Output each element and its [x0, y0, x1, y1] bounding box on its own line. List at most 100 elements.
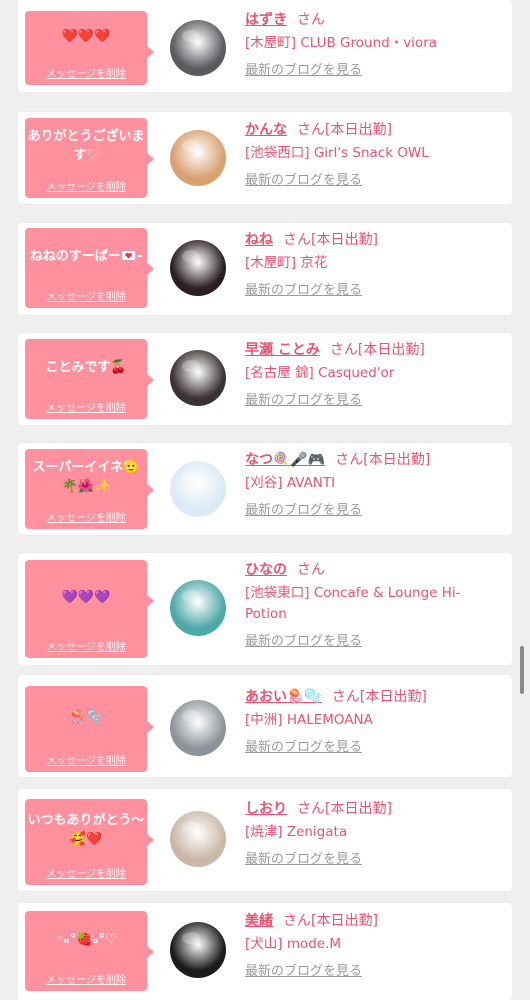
- message-text: 🪼🫧: [69, 709, 103, 725]
- delete-message-link[interactable]: メッセージを削除: [25, 288, 147, 303]
- delete-message-link[interactable]: メッセージを削除: [25, 65, 147, 80]
- name-line: なつ🍭🎤🎮 さん[本日出勤]: [245, 450, 502, 470]
- avatar[interactable]: [170, 700, 226, 756]
- avatar[interactable]: [170, 811, 226, 867]
- cast-name-link[interactable]: 早瀬 ことみ: [245, 342, 320, 358]
- work-status: [本日出勤]: [359, 689, 427, 705]
- honorific-label: さん: [283, 913, 311, 929]
- profile-info: 早瀬 ことみ さん[本日出勤] [名古屋 錦] Casqued'or 最新のブログを見…: [245, 340, 502, 410]
- cast-name-link[interactable]: あおい🪼🫧: [245, 689, 322, 705]
- delete-message-link[interactable]: メッセージを削除: [25, 638, 147, 653]
- profile-info: あおい🪼🫧 さん[本日出勤] [中洲] HALEMOANA 最新のブログを見る: [245, 687, 502, 757]
- message-bubble: ねねのすーぱー💌- メッセージを削除: [25, 228, 154, 308]
- name-line: しおり さん[本日出勤]: [245, 799, 502, 819]
- shop-name: [焼津] Zenigata: [245, 824, 348, 840]
- delete-message-link[interactable]: メッセージを削除: [25, 399, 147, 414]
- cast-name-link[interactable]: なつ🍭🎤🎮: [245, 452, 325, 468]
- latest-blog-link[interactable]: 最新のブログを見る: [245, 392, 362, 410]
- profile-info: 美緒 さん[本日出勤] [犬山] mode.M 最新のブログを見る: [245, 911, 502, 981]
- shop-name: [池袋東口] Concafe & Lounge Hi-Potion: [245, 585, 461, 622]
- latest-blog-link[interactable]: 最新のブログを見る: [245, 172, 362, 190]
- message-card: ねねのすーぱー💌- メッセージを削除 ねね さん[本日出勤] [木屋町] 京花最新のブロ…: [18, 223, 512, 315]
- message-card: 🪼🫧 メッセージを削除 あおい🪼🫧 さん[本日出勤] [中洲] HALEMOANA 最新の…: [18, 675, 512, 777]
- shop-name: [木屋町] 京花: [245, 255, 328, 271]
- message-card: いつもありがとう〜🥰❤️ メッセージを削除 しおり さん[本日出勤] [焼津] Zeni…: [18, 789, 512, 891]
- name-line: ねね さん[本日出勤]: [245, 230, 502, 250]
- work-status: [本日出勤]: [311, 232, 378, 248]
- honorific-label: さん: [297, 12, 325, 28]
- avatar[interactable]: [170, 240, 226, 296]
- name-line: あおい🪼🫧 さん[本日出勤]: [245, 687, 502, 707]
- cast-name-link[interactable]: かんな: [245, 122, 287, 138]
- message-text: ねねのすーぱー💌-: [29, 248, 143, 264]
- honorific-label: さん: [297, 562, 325, 578]
- cast-name-link[interactable]: ねね: [245, 232, 273, 248]
- delete-message-link[interactable]: メッセージを削除: [25, 509, 147, 524]
- message-bubble: ありがとうございます♡ メッセージを削除: [25, 118, 154, 198]
- latest-blog-link[interactable]: 最新のブログを見る: [245, 62, 362, 80]
- message-bubble: ◦ₒ°🍓ₒ°♡ メッセージを削除: [25, 911, 154, 991]
- profile-info: なつ🍭🎤🎮 さん[本日出勤] [刈谷] AVANTI 最新のブログを見る: [245, 450, 502, 520]
- honorific-label: さん: [297, 801, 325, 817]
- latest-blog-link[interactable]: 最新のブログを見る: [245, 502, 362, 520]
- profile-info: ねね さん[本日出勤] [木屋町] 京花最新のブログを見る: [245, 230, 502, 300]
- message-card: ありがとうございます♡ メッセージを削除 かんな さん[本日出勤] [池袋西口] Gir…: [18, 112, 512, 204]
- scrollbar-thumb[interactable]: [520, 646, 524, 694]
- message-text: ことみです🍒: [45, 359, 127, 375]
- avatar[interactable]: [170, 580, 226, 636]
- cast-name-link[interactable]: はずき: [245, 12, 287, 28]
- profile-info: かんな さん[本日出勤] [池袋西口] Girl's Snack OWL 最新のブログ…: [245, 120, 502, 190]
- honorific-label: さん: [297, 122, 325, 138]
- message-text: ありがとうございます♡: [27, 129, 145, 163]
- avatar[interactable]: [170, 130, 226, 186]
- avatar-highlight: [182, 471, 200, 483]
- latest-blog-link[interactable]: 最新のブログを見る: [245, 963, 362, 981]
- name-line: はずき さん: [245, 10, 502, 30]
- latest-blog-link[interactable]: 最新のブログを見る: [245, 739, 362, 757]
- profile-info: はずき さん [木屋町] CLUB Ground・viora 最新のブログを見る: [245, 10, 502, 80]
- profile-info: しおり さん[本日出勤] [焼津] Zenigata 最新のブログを見る: [245, 799, 502, 869]
- avatar[interactable]: [170, 461, 226, 517]
- honorific-label: さん: [335, 452, 364, 468]
- message-bubble: スーパーイイネ🫡🌴🌺✨ メッセージを削除: [25, 449, 154, 529]
- message-text: 💜💜💜: [61, 589, 111, 605]
- message-text: いつもありがとう〜🥰❤️: [27, 813, 145, 847]
- message-card: ◦ₒ°🍓ₒ°♡ メッセージを削除 美緒 さん[本日出勤] [犬山] mode.M 最新のブ…: [18, 903, 512, 1000]
- delete-message-link[interactable]: メッセージを削除: [25, 971, 147, 986]
- cast-name-link[interactable]: しおり: [245, 801, 287, 817]
- message-card: ❤️❤️❤️ メッセージを削除 はずき さん [木屋町] CLUB Ground・vio…: [18, 0, 512, 92]
- latest-blog-link[interactable]: 最新のブログを見る: [245, 851, 362, 869]
- name-line: かんな さん[本日出勤]: [245, 120, 502, 140]
- shop-name: [池袋西口] Girl's Snack OWL: [245, 145, 429, 161]
- message-text: ❤️❤️❤️: [61, 28, 111, 44]
- avatar-highlight: [182, 821, 200, 833]
- cast-name-link[interactable]: 美緒: [245, 913, 273, 929]
- delete-message-link[interactable]: メッセージを削除: [25, 865, 147, 880]
- work-status: [本日出勤]: [363, 452, 431, 468]
- shop-name: [中洲] HALEMOANA: [245, 712, 373, 728]
- cast-name-link[interactable]: ひなの: [245, 562, 287, 578]
- delete-message-link[interactable]: メッセージを削除: [25, 178, 147, 193]
- shop-name: [木屋町] CLUB Ground・viora: [245, 35, 438, 51]
- avatar-highlight: [182, 140, 200, 152]
- message-bubble: 🪼🫧 メッセージを削除: [25, 686, 154, 772]
- work-status: [本日出勤]: [311, 913, 378, 929]
- shop-name: [名古屋 錦] Casqued'or: [245, 365, 395, 381]
- avatar-highlight: [182, 710, 200, 722]
- message-text: スーパーイイネ🫡🌴🌺✨: [32, 460, 140, 494]
- work-status: [本日出勤]: [325, 801, 392, 817]
- latest-blog-link[interactable]: 最新のブログを見る: [245, 633, 362, 651]
- name-line: 美緒 さん[本日出勤]: [245, 911, 502, 931]
- avatar-highlight: [182, 250, 200, 262]
- message-bubble: ことみです🍒 メッセージを削除: [25, 339, 154, 419]
- avatar[interactable]: [170, 20, 226, 76]
- avatar-highlight: [182, 360, 200, 372]
- latest-blog-link[interactable]: 最新のブログを見る: [245, 282, 362, 300]
- message-card: スーパーイイネ🫡🌴🌺✨ メッセージを削除 なつ🍭🎤🎮 さん[本日出勤] [刈谷] AVA…: [18, 443, 512, 535]
- avatar[interactable]: [170, 922, 226, 978]
- honorific-label: さん: [329, 342, 358, 358]
- delete-message-link[interactable]: メッセージを削除: [25, 752, 147, 767]
- honorific-label: さん: [283, 232, 311, 248]
- avatar[interactable]: [170, 350, 226, 406]
- work-status: [本日出勤]: [357, 342, 425, 358]
